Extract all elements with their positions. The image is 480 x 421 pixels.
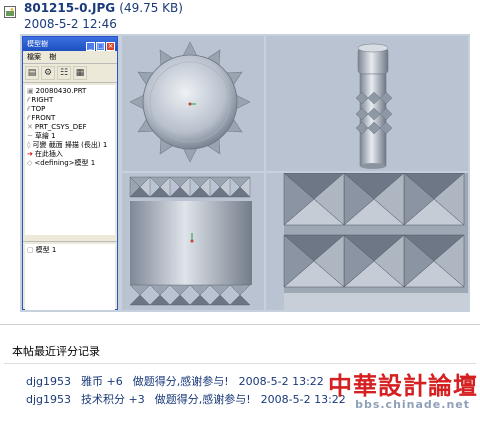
part-icon: ▣	[27, 87, 34, 95]
model-tree-list: ▣ 20080430.PRT ⁄⁄ RIGHT ⁄⁄ TOP ⁄⁄ FRONT ✕ PRT…	[25, 85, 115, 235]
datum-plane-icon: ⁄⁄	[27, 105, 30, 113]
viewport-detail-view[interactable]	[266, 173, 468, 310]
tree-item-sketch[interactable]: ~ 草繪 1	[27, 132, 113, 141]
tree-item-top[interactable]: ⁄⁄ TOP	[27, 105, 113, 114]
columns-icon[interactable]: ▦	[73, 66, 87, 80]
tree-item-defining[interactable]: ◇ <defining>模型 1	[27, 159, 113, 168]
model-icon: ▢	[27, 246, 34, 254]
close-icon[interactable]: ×	[106, 42, 115, 51]
tree-item-part[interactable]: ▣ 20080430.PRT	[27, 87, 113, 96]
site-watermark-logo: 中華設計論壇 bbs.chinade.net	[326, 366, 478, 416]
front-view-model	[355, 43, 393, 169]
menu-item-tree[interactable]: 樹	[49, 53, 56, 61]
model-tree-window: 模型樹 _ □ × 檔案 樹 ▤ ⚙ ☷ ▦ ▣ 20080430.PRT ⁄⁄ RIG…	[22, 36, 118, 310]
tree-item-front[interactable]: ⁄⁄ FRONT	[27, 114, 113, 123]
rating-row: djg1953 雅币 +6 做题得分,感谢参与! 2008-5-2 13:22	[26, 373, 334, 389]
tree-item-model[interactable]: ▢ 模型 1	[27, 246, 113, 255]
model-tree-title-bar[interactable]: 模型樹 _ □ ×	[23, 37, 117, 51]
sketch-icon: ~	[27, 132, 33, 140]
rating-item: 雅币 +6	[81, 375, 123, 388]
datum-plane-icon: ⁄⁄	[27, 114, 30, 122]
cad-screenshot: 模型樹 _ □ × 檔案 樹 ▤ ⚙ ☷ ▦ ▣ 20080430.PRT ⁄⁄ RIG…	[20, 34, 470, 312]
sweep-icon: ◊	[27, 141, 31, 149]
tree-item-insert-here[interactable]: ➔ 在此插入	[27, 150, 113, 159]
datum-plane-icon: ⁄⁄	[27, 96, 30, 104]
watermark-title: 中華設計論壇	[328, 371, 478, 400]
rating-item: 技术积分 +3	[81, 393, 145, 406]
image-file-icon	[4, 3, 16, 18]
maximize-icon[interactable]: □	[96, 42, 105, 51]
model-tree-lower-list: ▢ 模型 1	[25, 244, 115, 310]
tree-item-sweep[interactable]: ◊ 可變 截面 掃描 (長出) 1	[27, 141, 113, 150]
tree-splitter[interactable]	[23, 237, 117, 242]
tree-filter-icon[interactable]: ☷	[57, 66, 71, 80]
defining-icon: ◇	[27, 159, 33, 167]
rating-records: 本帖最近评分记录 djg1953 雅币 +6 做题得分,感谢参与! 2008-5-2 …	[0, 325, 480, 420]
side-view-model	[129, 176, 252, 306]
viewport-front-view[interactable]	[266, 36, 468, 171]
file-name[interactable]: 801215-0.JPG	[24, 1, 115, 15]
insert-icon: ➔	[27, 150, 33, 158]
viewport-side-view[interactable]	[122, 173, 264, 310]
top-view-model	[129, 41, 251, 163]
rating-records-title: 本帖最近评分记录	[12, 345, 100, 358]
rating-user-link[interactable]: djg1953	[26, 393, 71, 406]
rating-user-link[interactable]: djg1953	[26, 375, 71, 388]
show-icon[interactable]: ▤	[25, 66, 39, 80]
tree-item-right[interactable]: ⁄⁄ RIGHT	[27, 96, 113, 105]
rating-time: 2008-5-2 13:22	[238, 375, 324, 388]
rating-reason: 做题得分,感谢参与!	[154, 393, 251, 406]
rating-row: djg1953 技术积分 +3 做题得分,感谢参与! 2008-5-2 13:22	[26, 391, 356, 407]
menu-item-file[interactable]: 檔案	[27, 53, 41, 61]
csys-icon: ✕	[27, 123, 33, 131]
file-link[interactable]: 801215-0.JPG (49.75 KB)	[24, 1, 183, 15]
watermark-url: bbs.chinade.net	[355, 398, 470, 411]
detail-view-model	[283, 173, 468, 310]
settings-icon[interactable]: ⚙	[41, 66, 55, 80]
minimize-icon[interactable]: _	[86, 42, 95, 51]
model-tree-toolbar: ▤ ⚙ ☷ ▦	[23, 64, 117, 83]
file-size: (49.75 KB)	[119, 1, 183, 15]
tree-item-csys[interactable]: ✕ PRT_CSYS_DEF	[27, 123, 113, 132]
model-tree-title: 模型樹	[27, 40, 48, 48]
viewport-top-view[interactable]	[122, 36, 264, 171]
file-date: 2008-5-2 12:46	[24, 17, 117, 31]
rating-reason: 做题得分,感谢参与!	[132, 375, 229, 388]
